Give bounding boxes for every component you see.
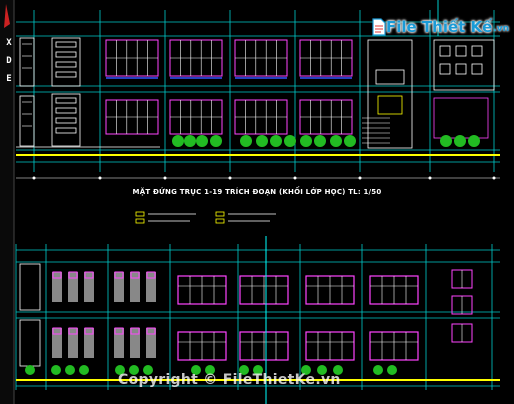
shrub-icon bbox=[65, 365, 75, 375]
tree-icon bbox=[196, 135, 208, 147]
tree-icon bbox=[172, 135, 184, 147]
tree-icon bbox=[314, 135, 326, 147]
tree-icon bbox=[454, 135, 466, 147]
right-block bbox=[433, 39, 495, 139]
logo-suffix: .vn bbox=[493, 23, 510, 34]
drawing-caption: MẶT ĐỨNG TRỤC 1-19 TRÍCH ĐOẠN (KHỐI LỚP … bbox=[132, 188, 382, 196]
tree-icon bbox=[210, 135, 222, 147]
tree-icon bbox=[468, 135, 480, 147]
shrub-icon bbox=[25, 365, 35, 375]
bottom-elevation bbox=[15, 236, 500, 390]
close-button[interactable]: X bbox=[4, 38, 14, 48]
file-icon bbox=[372, 18, 386, 36]
legend bbox=[135, 211, 276, 224]
tree-icon bbox=[240, 135, 252, 147]
cad-viewport[interactable]: X D E MẶT ĐỨNG TRỤC 1-19 TRÍCH ĐOẠN (KHỐ… bbox=[0, 0, 514, 404]
tree-icon bbox=[284, 135, 296, 147]
tree-icon bbox=[184, 135, 196, 147]
tree-icon bbox=[256, 135, 268, 147]
logo-main: File Thiết Kế bbox=[386, 18, 493, 36]
shrub-icon bbox=[387, 365, 397, 375]
shrub-icon bbox=[79, 365, 89, 375]
d-button[interactable]: D bbox=[4, 56, 14, 66]
copyright-watermark: Copyright © FileThietKe.vn bbox=[118, 372, 341, 388]
elevation-drawing bbox=[0, 0, 500, 404]
tree-icon bbox=[344, 135, 356, 147]
window-bays bbox=[105, 39, 353, 135]
tree-icon bbox=[330, 135, 342, 147]
site-logo: File Thiết Kế .vn bbox=[372, 18, 509, 36]
tree-icon bbox=[300, 135, 312, 147]
stair-tower bbox=[362, 39, 413, 149]
tree-icon bbox=[440, 135, 452, 147]
shrub-icon bbox=[51, 365, 61, 375]
tree-icon bbox=[270, 135, 282, 147]
e-button[interactable]: E bbox=[4, 74, 14, 84]
left-section bbox=[19, 263, 41, 367]
shrub-icon bbox=[373, 365, 383, 375]
